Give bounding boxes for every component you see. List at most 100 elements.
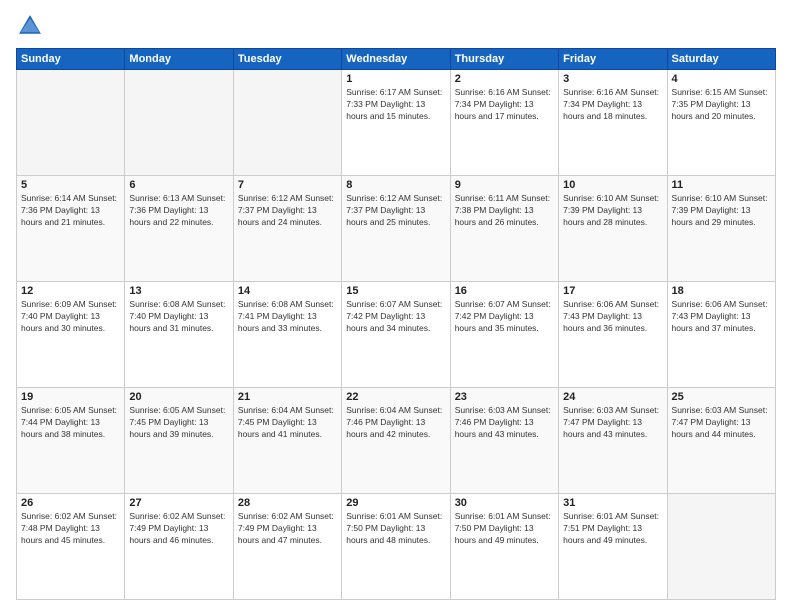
calendar-cell [233,70,341,176]
day-info: Sunrise: 6:05 AM Sunset: 7:45 PM Dayligh… [129,405,228,441]
calendar-cell [17,70,125,176]
calendar-cell: 19 Sunrise: 6:05 AM Sunset: 7:44 PM Dayli… [17,388,125,494]
week-row-5: 26 Sunrise: 6:02 AM Sunset: 7:48 PM Dayli… [17,494,776,600]
day-info: Sunrise: 6:07 AM Sunset: 7:42 PM Dayligh… [455,299,554,335]
day-number: 30 [455,497,554,509]
calendar-cell [125,70,233,176]
day-number: 2 [455,73,554,85]
day-number: 12 [21,285,120,297]
day-info: Sunrise: 6:02 AM Sunset: 7:48 PM Dayligh… [21,511,120,547]
day-info: Sunrise: 6:06 AM Sunset: 7:43 PM Dayligh… [563,299,662,335]
day-info: Sunrise: 6:03 AM Sunset: 7:47 PM Dayligh… [563,405,662,441]
weekday-header-row: SundayMondayTuesdayWednesdayThursdayFrid… [17,49,776,70]
day-info: Sunrise: 6:12 AM Sunset: 7:37 PM Dayligh… [238,193,337,229]
day-info: Sunrise: 6:13 AM Sunset: 7:36 PM Dayligh… [129,193,228,229]
day-info: Sunrise: 6:05 AM Sunset: 7:44 PM Dayligh… [21,405,120,441]
day-info: Sunrise: 6:02 AM Sunset: 7:49 PM Dayligh… [238,511,337,547]
day-number: 13 [129,285,228,297]
weekday-header-sunday: Sunday [17,49,125,70]
calendar-cell: 8 Sunrise: 6:12 AM Sunset: 7:37 PM Daylig… [342,176,450,282]
calendar-cell: 11 Sunrise: 6:10 AM Sunset: 7:39 PM Dayli… [667,176,775,282]
day-info: Sunrise: 6:01 AM Sunset: 7:50 PM Dayligh… [455,511,554,547]
calendar-cell: 2 Sunrise: 6:16 AM Sunset: 7:34 PM Daylig… [450,70,558,176]
weekday-header-wednesday: Wednesday [342,49,450,70]
day-info: Sunrise: 6:10 AM Sunset: 7:39 PM Dayligh… [563,193,662,229]
calendar-cell: 31 Sunrise: 6:01 AM Sunset: 7:51 PM Dayli… [559,494,667,600]
day-info: Sunrise: 6:09 AM Sunset: 7:40 PM Dayligh… [21,299,120,335]
calendar-cell: 14 Sunrise: 6:08 AM Sunset: 7:41 PM Dayli… [233,282,341,388]
day-number: 21 [238,391,337,403]
day-info: Sunrise: 6:01 AM Sunset: 7:51 PM Dayligh… [563,511,662,547]
week-row-2: 5 Sunrise: 6:14 AM Sunset: 7:36 PM Daylig… [17,176,776,282]
day-info: Sunrise: 6:04 AM Sunset: 7:45 PM Dayligh… [238,405,337,441]
day-number: 1 [346,73,445,85]
calendar-cell: 5 Sunrise: 6:14 AM Sunset: 7:36 PM Daylig… [17,176,125,282]
logo-icon [16,12,44,40]
weekday-header-tuesday: Tuesday [233,49,341,70]
day-number: 31 [563,497,662,509]
day-info: Sunrise: 6:08 AM Sunset: 7:41 PM Dayligh… [238,299,337,335]
day-info: Sunrise: 6:08 AM Sunset: 7:40 PM Dayligh… [129,299,228,335]
day-info: Sunrise: 6:04 AM Sunset: 7:46 PM Dayligh… [346,405,445,441]
page: SundayMondayTuesdayWednesdayThursdayFrid… [0,0,792,612]
day-info: Sunrise: 6:02 AM Sunset: 7:49 PM Dayligh… [129,511,228,547]
day-number: 8 [346,179,445,191]
day-number: 7 [238,179,337,191]
calendar-cell: 3 Sunrise: 6:16 AM Sunset: 7:34 PM Daylig… [559,70,667,176]
calendar-cell: 7 Sunrise: 6:12 AM Sunset: 7:37 PM Daylig… [233,176,341,282]
day-number: 29 [346,497,445,509]
calendar-cell [667,494,775,600]
day-number: 28 [238,497,337,509]
week-row-3: 12 Sunrise: 6:09 AM Sunset: 7:40 PM Dayli… [17,282,776,388]
calendar-cell: 27 Sunrise: 6:02 AM Sunset: 7:49 PM Dayli… [125,494,233,600]
calendar-cell: 1 Sunrise: 6:17 AM Sunset: 7:33 PM Daylig… [342,70,450,176]
calendar-cell: 15Sunrise: 6:07 AM Sunset: 7:42 PM Dayli… [342,282,450,388]
day-number: 18 [672,285,771,297]
day-number: 27 [129,497,228,509]
calendar-cell: 10Sunrise: 6:10 AM Sunset: 7:39 PM Dayli… [559,176,667,282]
calendar-cell: 9Sunrise: 6:11 AM Sunset: 7:38 PM Daylig… [450,176,558,282]
day-info: Sunrise: 6:16 AM Sunset: 7:34 PM Dayligh… [563,87,662,123]
day-number: 20 [129,391,228,403]
day-number: 26 [21,497,120,509]
weekday-header-friday: Friday [559,49,667,70]
calendar-cell: 17Sunrise: 6:06 AM Sunset: 7:43 PM Dayli… [559,282,667,388]
weekday-header-saturday: Saturday [667,49,775,70]
day-info: Sunrise: 6:10 AM Sunset: 7:39 PM Dayligh… [672,193,771,229]
day-info: Sunrise: 6:11 AM Sunset: 7:38 PM Dayligh… [455,193,554,229]
day-info: Sunrise: 6:16 AM Sunset: 7:34 PM Dayligh… [455,87,554,123]
logo [16,12,48,40]
calendar-cell: 12 Sunrise: 6:09 AM Sunset: 7:40 PM Dayli… [17,282,125,388]
calendar-cell: 24Sunrise: 6:03 AM Sunset: 7:47 PM Dayli… [559,388,667,494]
calendar-cell: 23Sunrise: 6:03 AM Sunset: 7:46 PM Dayli… [450,388,558,494]
weekday-header-thursday: Thursday [450,49,558,70]
day-number: 19 [21,391,120,403]
day-info: Sunrise: 6:12 AM Sunset: 7:37 PM Dayligh… [346,193,445,229]
day-number: 5 [21,179,120,191]
day-info: Sunrise: 6:17 AM Sunset: 7:33 PM Dayligh… [346,87,445,123]
day-info: Sunrise: 6:15 AM Sunset: 7:35 PM Dayligh… [672,87,771,123]
day-info: Sunrise: 6:01 AM Sunset: 7:50 PM Dayligh… [346,511,445,547]
calendar-cell: 30 Sunrise: 6:01 AM Sunset: 7:50 PM Dayli… [450,494,558,600]
calendar-cell: 13 Sunrise: 6:08 AM Sunset: 7:40 PM Dayli… [125,282,233,388]
day-info: Sunrise: 6:03 AM Sunset: 7:47 PM Dayligh… [672,405,771,441]
calendar-cell: 25Sunrise: 6:03 AM Sunset: 7:47 PM Dayli… [667,388,775,494]
week-row-4: 19 Sunrise: 6:05 AM Sunset: 7:44 PM Dayli… [17,388,776,494]
day-number: 3 [563,73,662,85]
day-number: 6 [129,179,228,191]
day-number: 11 [672,179,771,191]
day-number: 16 [455,285,554,297]
calendar-cell: 29 Sunrise: 6:01 AM Sunset: 7:50 PM Dayli… [342,494,450,600]
calendar-cell: 16 Sunrise: 6:07 AM Sunset: 7:42 PM Dayli… [450,282,558,388]
calendar-cell: 6 Sunrise: 6:13 AM Sunset: 7:36 PM Daylig… [125,176,233,282]
calendar-cell: 28 Sunrise: 6:02 AM Sunset: 7:49 PM Dayli… [233,494,341,600]
day-info: Sunrise: 6:06 AM Sunset: 7:43 PM Dayligh… [672,299,771,335]
calendar: SundayMondayTuesdayWednesdayThursdayFrid… [16,48,776,600]
weekday-header-monday: Monday [125,49,233,70]
day-number: 22 [346,391,445,403]
day-info: Sunrise: 6:07 AM Sunset: 7:42 PM Dayligh… [346,299,445,335]
day-info: Sunrise: 6:03 AM Sunset: 7:46 PM Dayligh… [455,405,554,441]
day-number: 14 [238,285,337,297]
day-info: Sunrise: 6:14 AM Sunset: 7:36 PM Dayligh… [21,193,120,229]
calendar-cell: 21 Sunrise: 6:04 AM Sunset: 7:45 PM Dayli… [233,388,341,494]
